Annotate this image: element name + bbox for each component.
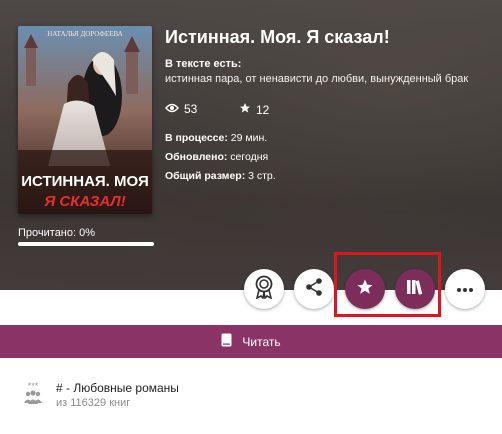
- genre-title: # - Любовные романы: [56, 381, 179, 395]
- cover-title-line1: ИСТИННАЯ. МОЯ: [21, 173, 149, 190]
- meta-label: В процессе:: [165, 132, 228, 144]
- meta-value: 29 мин.: [227, 132, 268, 144]
- progress-bar: [18, 242, 154, 246]
- more-dots-icon: [456, 280, 474, 298]
- stars-count: 12: [256, 102, 270, 117]
- meta-value: 3 стр.: [245, 170, 276, 182]
- genre-subtitle: из 116329 книг: [56, 397, 131, 409]
- tags-label: В тексте есть:: [165, 58, 242, 70]
- award-button[interactable]: [244, 269, 284, 309]
- meta-in-progress: В процессе: 29 мин.: [165, 132, 267, 144]
- book-icon: [221, 333, 232, 350]
- cover-title-line2: Я СКАЗАЛ!: [43, 193, 125, 210]
- tags-value[interactable]: истинная пара, от ненависти до любви, вы…: [165, 73, 468, 85]
- progress-label: Прочитано: 0%: [18, 227, 96, 239]
- book-title: Истинная. Моя. Я сказал!: [165, 27, 390, 47]
- star-icon: [239, 102, 251, 117]
- views-count: 53: [184, 102, 198, 116]
- genre-rank[interactable]: *** # - Любовные романы из 116329 книг: [22, 381, 179, 412]
- meta-value: сегодня: [227, 151, 269, 163]
- meta-updated: Обновлено: сегодня: [165, 151, 268, 163]
- highlight-box: [334, 252, 441, 317]
- award-icon: [253, 275, 275, 304]
- stars-stat: 12: [239, 102, 269, 117]
- more-button[interactable]: [445, 269, 485, 309]
- cover-author: НАТАЛЬЯ ДОРОФЕЕВА: [47, 30, 123, 38]
- share-button[interactable]: [294, 269, 334, 309]
- svg-text:***: ***: [28, 381, 39, 391]
- meta-label: Обновлено:: [165, 151, 228, 163]
- share-icon: [304, 277, 324, 302]
- meta-size: Общий размер: 3 стр.: [165, 170, 276, 182]
- rank-icon: ***: [22, 381, 44, 412]
- views-stat: 53: [165, 102, 197, 116]
- meta-label: Общий размер:: [165, 170, 246, 182]
- read-button[interactable]: Читать: [0, 325, 502, 358]
- read-button-label: Читать: [242, 334, 281, 349]
- book-cover[interactable]: НАТАЛЬЯ ДОРОФЕЕВА ИСТИННАЯ. МОЯ Я СКАЗАЛ…: [18, 26, 152, 214]
- eye-icon: [165, 102, 179, 116]
